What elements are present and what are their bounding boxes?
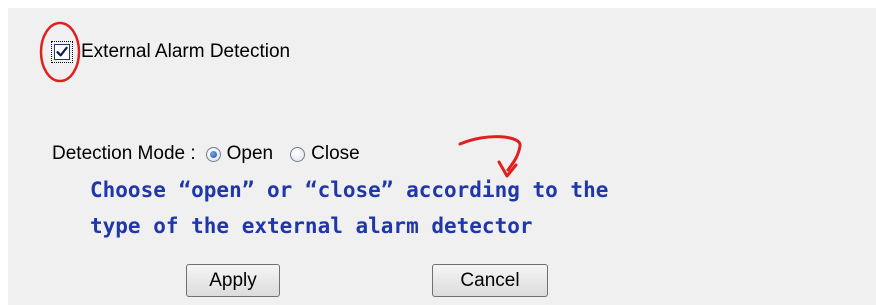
- radio-close-label[interactable]: Close: [311, 143, 360, 165]
- detection-mode-label: Detection Mode :: [52, 143, 196, 164]
- radio-selected-dot: [209, 150, 217, 158]
- instruction-note: Choose “open” or “close” according to th…: [90, 172, 608, 244]
- external-alarm-label: External Alarm Detection: [81, 41, 291, 62]
- instruction-line-2: type of the external alarm detector: [90, 214, 533, 238]
- apply-button[interactable]: Apply: [186, 264, 280, 297]
- highlight-circle-icon: [39, 21, 81, 83]
- radio-open[interactable]: [205, 146, 221, 162]
- radio-close[interactable]: [290, 146, 306, 162]
- radio-open-label[interactable]: Open: [227, 143, 273, 165]
- instruction-line-1: Choose “open” or “close” according to th…: [90, 178, 609, 202]
- detection-mode-row: Detection Mode : Open Close: [52, 140, 360, 168]
- cancel-button[interactable]: Cancel: [432, 264, 548, 297]
- external-alarm-row: External Alarm Detection: [51, 38, 291, 66]
